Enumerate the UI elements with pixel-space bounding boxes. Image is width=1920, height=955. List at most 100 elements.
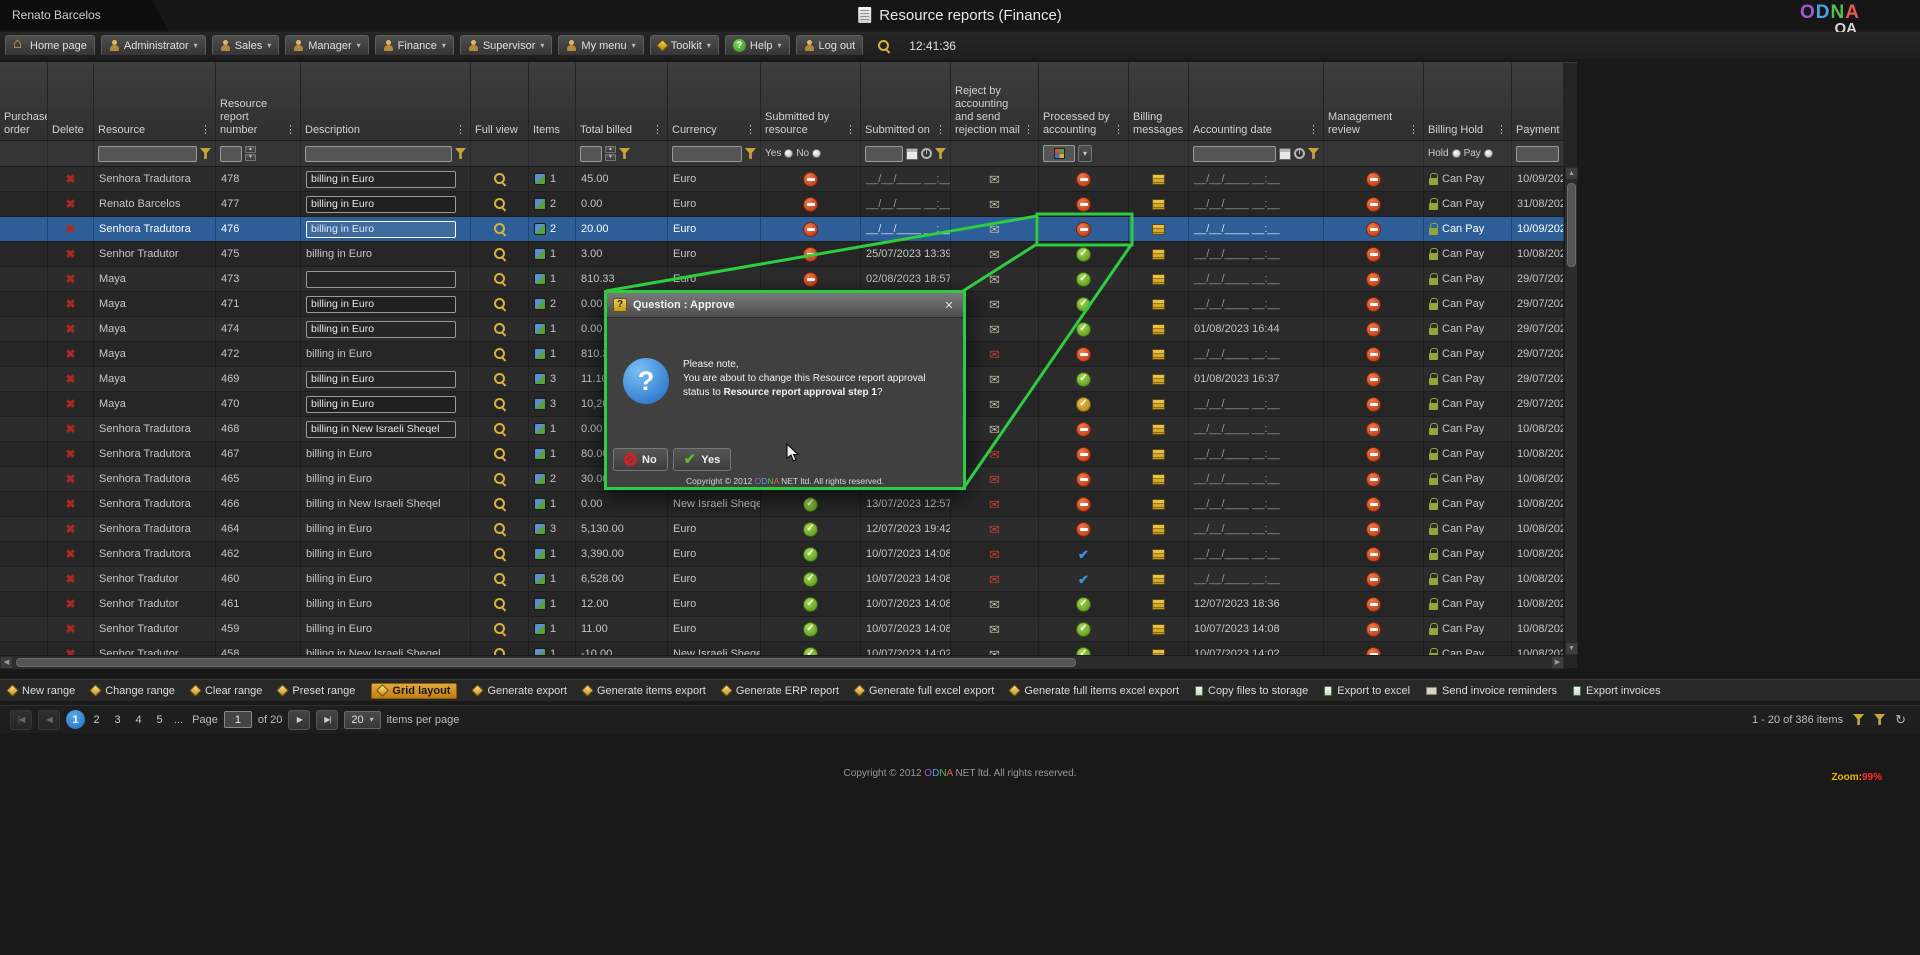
status-no-icon[interactable] (1076, 447, 1091, 462)
table-row[interactable]: Senhora Tradutora464billing in Euro35,13… (0, 517, 1564, 542)
status-no-icon[interactable] (803, 247, 818, 262)
yes-button[interactable]: Yes (673, 448, 732, 471)
description-input[interactable] (306, 421, 456, 438)
status-no-icon[interactable] (1366, 597, 1381, 612)
description-input[interactable] (306, 196, 456, 213)
filter-text-input[interactable] (98, 146, 197, 162)
no-button[interactable]: No (613, 448, 668, 471)
status-no-icon[interactable] (1366, 447, 1381, 462)
rejection-mail-icon[interactable] (989, 523, 1000, 536)
column-header-processed-by-accounting[interactable]: Processed by accounting (1039, 63, 1129, 140)
billing-messages-icon[interactable] (1152, 374, 1165, 385)
column-header-management-review[interactable]: Management review (1324, 63, 1424, 140)
status-yes-icon[interactable] (803, 572, 818, 587)
vertical-scrollbar[interactable] (1564, 167, 1577, 655)
table-row[interactable]: Senhora Tradutora466billing in New Israe… (0, 492, 1564, 517)
delete-icon[interactable] (65, 473, 75, 485)
column-menu-icon[interactable] (1408, 124, 1419, 137)
table-row[interactable]: Senhor Tradutor459billing in Euro111.00E… (0, 617, 1564, 642)
description-input[interactable] (306, 221, 456, 238)
toolbar-item-copy-files-to-storage[interactable]: Copy files to storage (1195, 685, 1308, 697)
toolbar-item-generate-erp-report[interactable]: Generate ERP report (722, 685, 839, 697)
column-header-items[interactable]: Items (529, 63, 576, 140)
status-no-icon[interactable] (1366, 572, 1381, 587)
status-amber-icon[interactable] (1076, 397, 1091, 412)
scroll-down-icon[interactable] (1565, 642, 1578, 655)
page-number-input[interactable] (224, 711, 252, 728)
delete-icon[interactable] (65, 598, 75, 610)
filter-date-input[interactable] (1193, 146, 1276, 162)
full-view-icon[interactable] (493, 522, 507, 536)
table-row[interactable]: Senhora Tradutora478145.00Euro__/__/____… (0, 167, 1564, 192)
full-view-icon[interactable] (493, 272, 507, 286)
status-yes-icon[interactable] (1076, 272, 1091, 287)
billing-messages-icon[interactable] (1152, 424, 1165, 435)
rejection-mail-icon[interactable] (989, 198, 1000, 211)
rejection-mail-icon[interactable] (989, 348, 1000, 361)
delete-icon[interactable] (65, 348, 75, 360)
column-menu-icon[interactable] (845, 124, 856, 137)
description-input[interactable] (306, 371, 456, 388)
rejection-mail-icon[interactable] (989, 373, 1000, 386)
table-row[interactable]: Renato Barcelos47720.00Euro__/__/____ __… (0, 192, 1564, 217)
billing-messages-icon[interactable] (1152, 299, 1165, 310)
billing-messages-icon[interactable] (1152, 224, 1165, 235)
description-input[interactable] (306, 321, 456, 338)
column-menu-icon[interactable] (652, 124, 663, 137)
rejection-mail-icon[interactable] (989, 498, 1000, 511)
spinner-buttons[interactable] (245, 146, 256, 161)
description-input[interactable] (306, 171, 456, 188)
delete-icon[interactable] (65, 198, 75, 210)
search-icon[interactable] (877, 39, 891, 53)
table-row[interactable]: Senhor Tradutor461billing in Euro112.00E… (0, 592, 1564, 617)
chevron-down-icon[interactable] (1078, 145, 1092, 162)
status-yes-icon[interactable] (803, 597, 818, 612)
column-menu-icon[interactable] (935, 124, 946, 137)
toolbar-item-preset-range[interactable]: Preset range (278, 685, 355, 697)
page-size-select[interactable]: 20 (344, 711, 380, 729)
clear-filter-icon[interactable] (1874, 714, 1885, 725)
menu-item-my-menu[interactable]: My menu (558, 35, 643, 56)
delete-icon[interactable] (65, 623, 75, 635)
rejection-mail-icon[interactable] (989, 273, 1000, 286)
billing-messages-icon[interactable] (1152, 474, 1165, 485)
filter-hold-radio[interactable] (1452, 149, 1461, 158)
full-view-icon[interactable] (493, 247, 507, 261)
column-header-accounting-date[interactable]: Accounting date (1189, 63, 1324, 140)
column-menu-icon[interactable] (285, 124, 296, 137)
delete-icon[interactable] (65, 423, 75, 435)
rejection-mail-icon[interactable] (989, 548, 1000, 561)
full-view-icon[interactable] (493, 322, 507, 336)
column-menu-icon[interactable] (1496, 124, 1507, 137)
toolbar-item-change-range[interactable]: Change range (91, 685, 175, 697)
toolbar-item-send-invoice-reminders[interactable]: Send invoice reminders (1426, 685, 1557, 697)
delete-icon[interactable] (65, 573, 75, 585)
toolbar-item-new-range[interactable]: New range (8, 685, 75, 697)
full-view-icon[interactable] (493, 497, 507, 511)
status-no-icon[interactable] (1366, 372, 1381, 387)
filter-yes-radio[interactable] (784, 149, 793, 158)
status-no-icon[interactable] (803, 172, 818, 187)
column-header-submitted-on[interactable]: Submitted on (861, 63, 951, 140)
delete-icon[interactable] (65, 273, 75, 285)
rejection-mail-icon[interactable] (989, 473, 1000, 486)
menu-item-manager[interactable]: Manager (285, 35, 368, 56)
column-menu-icon[interactable] (200, 124, 211, 137)
status-no-icon[interactable] (1366, 297, 1381, 312)
filter-text-input[interactable] (1516, 146, 1559, 162)
billing-messages-icon[interactable] (1152, 174, 1165, 185)
rejection-mail-icon[interactable] (989, 223, 1000, 236)
rejection-mail-icon[interactable] (989, 398, 1000, 411)
filter-text-input[interactable] (305, 146, 452, 162)
status-yes-icon[interactable] (803, 622, 818, 637)
filter-funnel-icon[interactable] (1308, 148, 1319, 159)
toolbar-item-export-to-excel[interactable]: Export to excel (1324, 685, 1410, 697)
clock-icon[interactable] (1294, 148, 1305, 159)
filter-date-input[interactable] (865, 146, 903, 162)
rejection-mail-icon[interactable] (989, 298, 1000, 311)
status-no-icon[interactable] (1366, 622, 1381, 637)
column-header-purchase-order[interactable]: Purchase order (0, 63, 48, 140)
delete-icon[interactable] (65, 398, 75, 410)
column-header-resource[interactable]: Resource (94, 63, 216, 140)
filter-icon[interactable] (1853, 714, 1864, 725)
